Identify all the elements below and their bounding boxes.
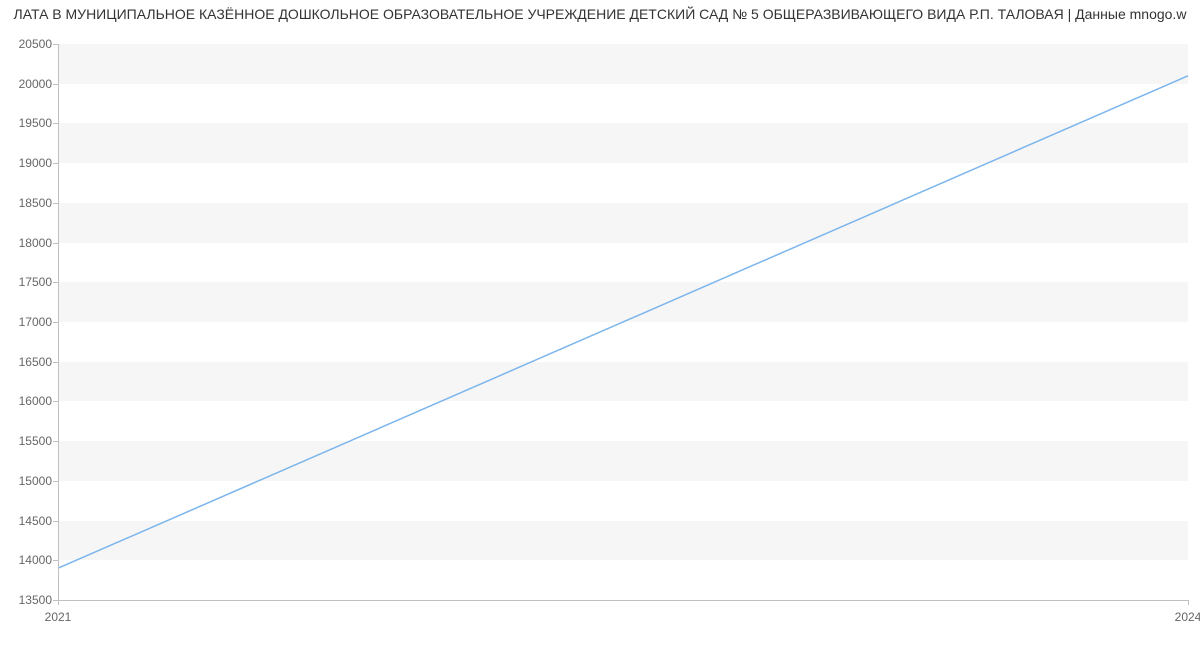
y-tick-label: 19500 xyxy=(4,116,52,130)
y-tick-label: 14000 xyxy=(4,553,52,567)
y-axis-line xyxy=(58,44,59,600)
y-tick-label: 17000 xyxy=(4,315,52,329)
y-tick-label: 17500 xyxy=(4,275,52,289)
y-tick-mark xyxy=(53,560,58,561)
y-tick-mark xyxy=(53,521,58,522)
x-tick-label: 2024 xyxy=(1175,610,1200,624)
y-tick-label: 20000 xyxy=(4,77,52,91)
y-tick-mark xyxy=(53,84,58,85)
chart-title: ЛАТА В МУНИЦИПАЛЬНОЕ КАЗЁННОЕ ДОШКОЛЬНОЕ… xyxy=(0,6,1200,22)
y-tick-mark xyxy=(53,282,58,283)
y-tick-label: 18500 xyxy=(4,196,52,210)
y-tick-label: 18000 xyxy=(4,236,52,250)
y-tick-mark xyxy=(53,203,58,204)
y-tick-mark xyxy=(53,362,58,363)
plot-area xyxy=(58,44,1188,600)
y-tick-label: 20500 xyxy=(4,37,52,51)
y-tick-mark xyxy=(53,441,58,442)
y-tick-label: 19000 xyxy=(4,156,52,170)
y-tick-mark xyxy=(53,243,58,244)
y-tick-label: 16000 xyxy=(4,394,52,408)
y-tick-label: 15000 xyxy=(4,474,52,488)
y-tick-mark xyxy=(53,44,58,45)
y-tick-mark xyxy=(53,481,58,482)
x-tick-mark xyxy=(58,600,59,605)
x-tick-label: 2021 xyxy=(45,610,72,624)
y-tick-label: 16500 xyxy=(4,355,52,369)
y-tick-label: 15500 xyxy=(4,434,52,448)
y-tick-mark xyxy=(53,322,58,323)
y-tick-label: 14500 xyxy=(4,514,52,528)
data-line xyxy=(58,76,1188,568)
line-series xyxy=(58,44,1188,600)
x-tick-mark xyxy=(1188,600,1189,605)
chart-container: ЛАТА В МУНИЦИПАЛЬНОЕ КАЗЁННОЕ ДОШКОЛЬНОЕ… xyxy=(0,0,1200,650)
y-tick-mark xyxy=(53,163,58,164)
x-axis-line xyxy=(58,600,1188,601)
y-tick-mark xyxy=(53,123,58,124)
y-tick-label: 13500 xyxy=(4,593,52,607)
y-tick-mark xyxy=(53,401,58,402)
